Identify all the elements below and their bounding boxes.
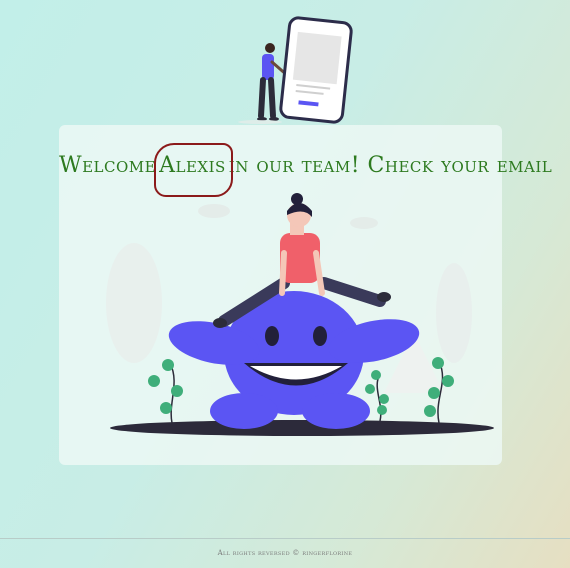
ground-shadow (110, 420, 494, 436)
phone-person-illustration (238, 16, 353, 124)
user-name-text: Alexis (159, 153, 226, 178)
plant-left-icon (148, 359, 183, 424)
person-head (265, 43, 275, 53)
person-shirt (262, 54, 274, 80)
user-name: Alexis (154, 143, 233, 197)
monster-rider-illustration (106, 193, 494, 436)
welcome-card: Welcome Alexis in our team! Check your ema… (59, 125, 552, 465)
welcome-prefix: Welcome (59, 153, 157, 178)
footer-divider (0, 538, 570, 539)
welcome-heading: Welcome Alexis in our team! Check your ema… (59, 143, 552, 197)
welcome-suffix: in our team! Check your email (228, 153, 553, 178)
footer-text: All rights reversed © ringerflorine (217, 549, 353, 557)
